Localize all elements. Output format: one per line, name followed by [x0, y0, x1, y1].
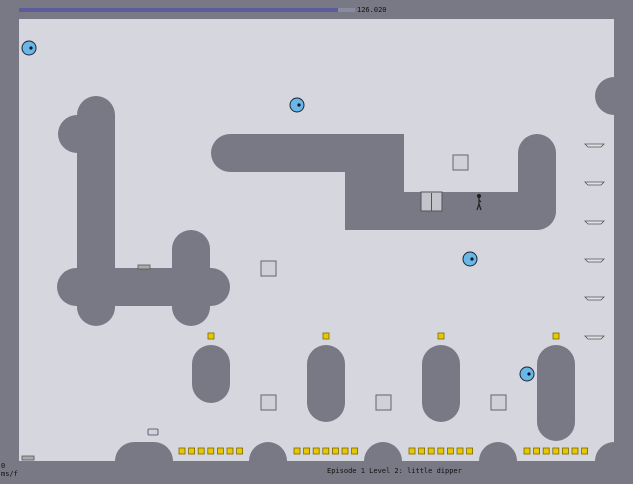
gold-piece — [226, 447, 234, 455]
time-readout: 126.020 — [357, 6, 387, 14]
floor-bump-5 — [595, 442, 633, 480]
launch-pad-floor — [21, 455, 35, 461]
launch-pad — [584, 220, 605, 225]
gold-piece — [178, 447, 186, 455]
launch-pad — [584, 296, 605, 301]
gold-piece — [341, 447, 349, 455]
floor-bump-2 — [249, 442, 287, 480]
gold-piece — [427, 447, 435, 455]
block — [490, 394, 507, 411]
gold-piece — [437, 447, 445, 455]
gold-piece — [322, 447, 330, 455]
gold-piece — [533, 447, 540, 455]
gold-piece — [523, 447, 531, 455]
time-bar — [19, 8, 355, 12]
gold-piece — [188, 447, 196, 455]
level-map — [19, 19, 633, 480]
gold-piece — [437, 332, 445, 340]
exit-switch — [147, 428, 159, 436]
gold-piece — [197, 447, 205, 455]
block — [452, 154, 469, 171]
pill-2 — [307, 345, 345, 422]
gold-piece — [207, 332, 215, 340]
gold-piece — [571, 447, 579, 455]
drone — [462, 251, 478, 267]
exit-door — [420, 191, 443, 212]
lives-counter: 0 — [1, 462, 6, 470]
switch-plate — [137, 264, 151, 270]
gold-piece — [408, 447, 416, 455]
floor-bump-4 — [479, 442, 517, 480]
gold-piece — [312, 447, 320, 455]
gold-piece — [303, 447, 311, 455]
pill-4 — [537, 345, 575, 441]
left-base-knob-a — [77, 287, 115, 325]
gold-piece — [446, 447, 454, 455]
dipper-rim — [518, 134, 556, 230]
gold-piece — [293, 447, 301, 455]
launch-pad — [584, 181, 605, 186]
block — [260, 394, 277, 411]
left-pillar-knob — [58, 115, 96, 153]
drone — [289, 97, 305, 113]
left-base-knob-b — [172, 287, 210, 325]
floor-bump-1 — [115, 442, 173, 480]
gold-piece — [581, 447, 588, 455]
pill-3 — [422, 345, 460, 422]
drone — [519, 366, 535, 382]
speed-readout: ms/f — [1, 470, 18, 478]
time-bar-fill — [19, 8, 339, 12]
gold-piece — [351, 447, 359, 455]
game-viewport: 126.020 0 ms/f Episode 1 Level 2: little… — [0, 0, 633, 480]
pill-1 — [192, 345, 230, 403]
drone — [21, 40, 37, 56]
gold-piece — [236, 447, 244, 455]
gold-piece — [466, 447, 474, 455]
gold-piece — [331, 447, 339, 455]
level-title: Episode 1 Level 2: little dipper — [327, 467, 462, 475]
launch-pad — [584, 258, 605, 263]
gold-piece — [562, 447, 569, 455]
gold-piece — [216, 447, 224, 455]
gold-piece — [552, 447, 560, 455]
block — [260, 260, 277, 277]
launch-pad — [584, 335, 605, 340]
block — [375, 394, 392, 411]
gold-piece — [322, 332, 330, 340]
gold-piece — [207, 447, 215, 455]
gold-piece — [542, 447, 550, 455]
gold-piece — [552, 332, 560, 340]
gold-piece — [418, 447, 426, 455]
gold-piece — [456, 447, 464, 455]
launch-pad — [584, 143, 605, 148]
wall-bump — [595, 77, 633, 115]
